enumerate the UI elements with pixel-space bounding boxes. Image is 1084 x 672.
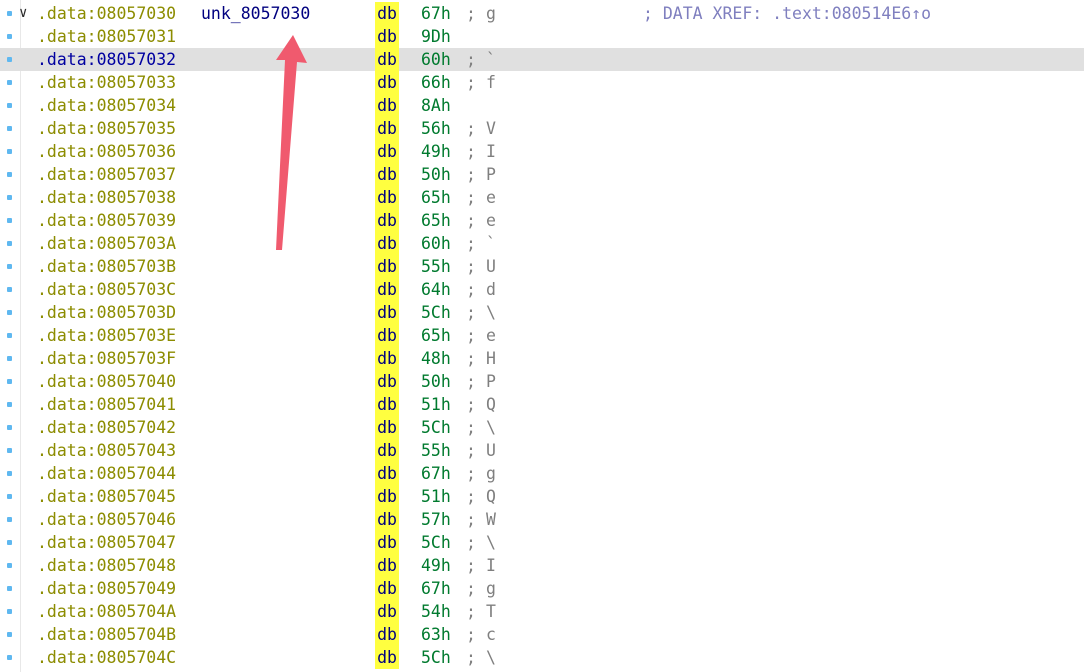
red-arrow-annotation-icon: [276, 35, 307, 250]
